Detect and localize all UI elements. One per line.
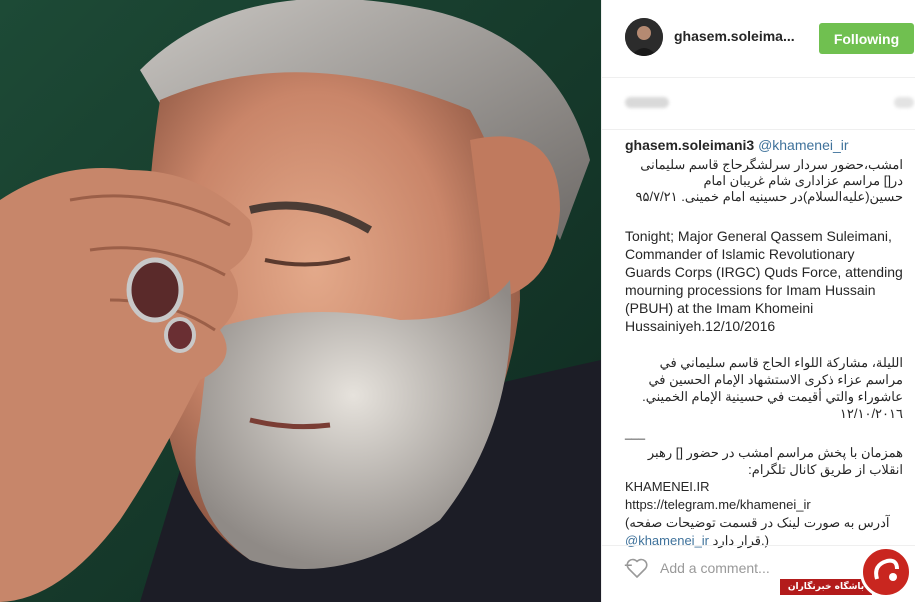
heart-icon[interactable]: [625, 557, 649, 579]
post-header: ghasem.soleima... Following: [602, 0, 915, 78]
blurred-time: [894, 97, 914, 108]
profile-avatar[interactable]: [625, 18, 663, 56]
caption-mention[interactable]: @khamenei_ir: [758, 137, 848, 153]
watermark-emblem: [860, 546, 912, 598]
caption-site: KHAMENEI.IR: [625, 479, 710, 494]
caption-english-text: Tonight; Major General Qassem Suleimani,…: [625, 228, 903, 334]
caption-persian-line-3: آدرس به صورت لینک در قسمت توضیحات صفحه): [625, 515, 890, 530]
blurred-likes: [625, 97, 669, 108]
photo-image: [0, 0, 601, 602]
post-photo[interactable]: [0, 0, 601, 602]
watermark-logo: باشگاه خبرنگاران: [780, 540, 915, 602]
watermark-icon: [874, 558, 899, 581]
caption-telegram-link[interactable]: https://telegram.me/khamenei_ir: [625, 496, 903, 514]
caption-separator: ___: [625, 426, 646, 440]
post-sidebar: ghasem.soleima... Following ghasem.solei…: [601, 0, 915, 602]
caption-arabic-text: الليلة، مشاركة اللواء الحاج قاسم سليماني…: [642, 355, 903, 421]
caption-persian-text: امشب،حضور سردار سرلشگرحاج قاسم سلیمانی د…: [635, 157, 904, 204]
avatar-image: [625, 18, 663, 56]
watermark-label: باشگاه خبرنگاران: [780, 579, 872, 595]
comment-input[interactable]: [660, 557, 800, 579]
following-button[interactable]: Following: [819, 23, 914, 54]
post-stats: [602, 78, 915, 130]
post-caption: ghasem.soleimani3 @khamenei_ir امشب،حضور…: [625, 136, 904, 565]
caption-persian-line-2: همزمان با پخش مراسم امشب در حضور [] رهبر…: [647, 445, 903, 477]
caption-header-line: ghasem.soleimani3 @khamenei_ir: [625, 136, 903, 154]
post-username[interactable]: ghasem.soleima...: [674, 28, 804, 44]
caption-username[interactable]: ghasem.soleimani3: [625, 137, 754, 153]
